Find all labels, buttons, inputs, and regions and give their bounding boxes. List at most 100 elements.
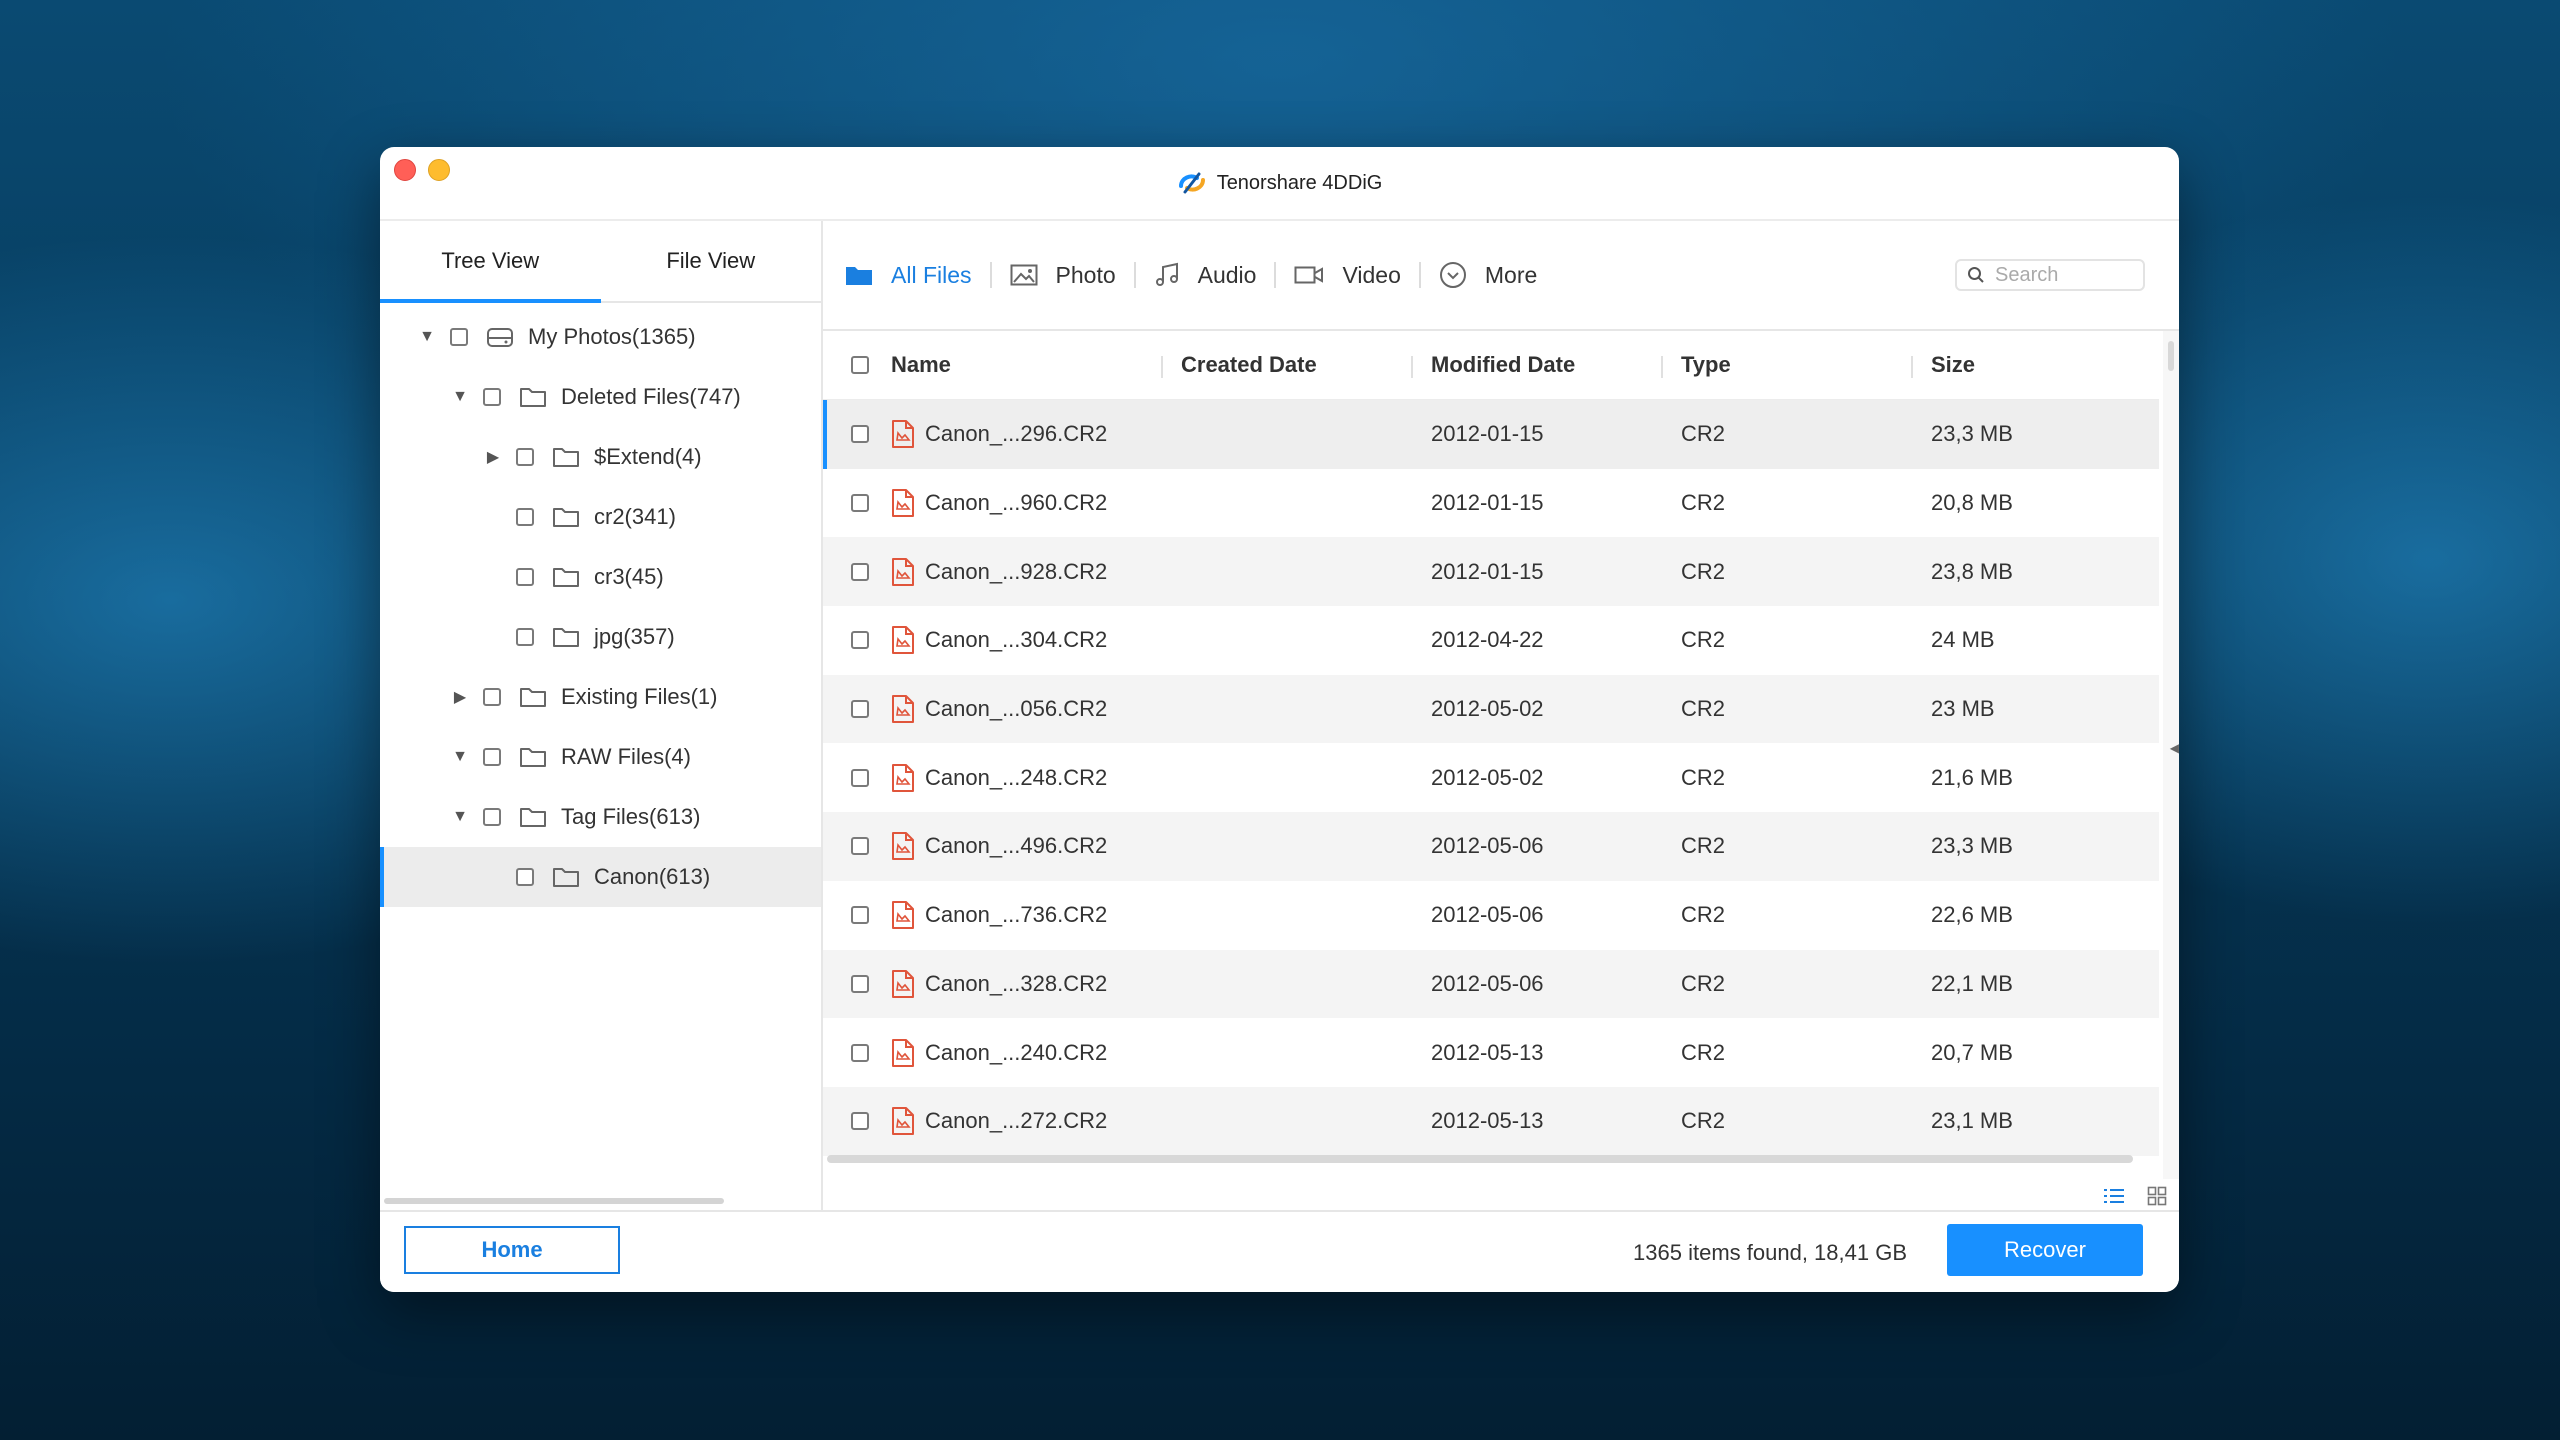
column-divider[interactable] (1911, 356, 1913, 378)
search-input[interactable] (1993, 262, 2137, 288)
table-row[interactable]: Canon_...056.CR2 2012-05-02 CR2 23 MB (823, 674, 2159, 744)
home-button[interactable]: Home (404, 1226, 620, 1274)
row-checkbox[interactable] (851, 906, 869, 925)
tree-item-checkbox[interactable] (450, 328, 468, 346)
row-checkbox[interactable] (851, 425, 869, 444)
row-checkbox-cell (823, 974, 891, 993)
tree-item-checkbox[interactable] (483, 748, 501, 766)
tree-horizontal-scrollbar[interactable] (384, 1198, 724, 1204)
table-row[interactable]: Canon_...496.CR2 2012-05-06 CR2 23,3 MB (823, 812, 2159, 881)
list-view-icon[interactable] (2103, 1187, 2125, 1205)
expand-arrow-right-icon[interactable]: ▶ (449, 686, 471, 708)
table-horizontal-scrollbar[interactable] (827, 1155, 2133, 1163)
tree-item-label: $Extend(4) (594, 444, 702, 469)
collapse-handle-icon[interactable]: ◀ (2170, 741, 2179, 755)
table-row[interactable]: Canon_...928.CR2 2012-01-15 CR2 23,8 MB (823, 537, 2159, 607)
row-checkbox[interactable] (851, 562, 869, 581)
row-checkbox[interactable] (851, 700, 869, 719)
tree-item[interactable]: cr3(45) (380, 547, 821, 607)
row-checkbox[interactable] (851, 494, 869, 513)
filter-more[interactable]: More (1439, 261, 1555, 289)
table-row[interactable]: Canon_...272.CR2 2012-05-13 CR2 23,1 MB (823, 1086, 2159, 1156)
column-header-type[interactable]: Type (1661, 352, 1911, 378)
row-checkbox[interactable] (851, 1043, 869, 1062)
minimize-window-button[interactable] (428, 159, 450, 181)
filter-video[interactable]: Video (1294, 262, 1418, 289)
tree-item-checkbox[interactable] (516, 508, 534, 526)
tree-item[interactable]: ▼ Tag Files(613) (380, 787, 821, 847)
tree-item-checkbox[interactable] (516, 628, 534, 646)
modified-date-cell: 2012-05-02 (1431, 696, 1544, 722)
table-row[interactable]: Canon_...240.CR2 2012-05-13 CR2 20,7 MB (823, 1018, 2159, 1087)
recover-button[interactable]: Recover (1947, 1224, 2143, 1276)
expand-arrow-down-icon[interactable]: ▼ (449, 386, 471, 408)
tree-item[interactable]: ▼ My Photos(1365) (380, 307, 821, 367)
tree-item[interactable]: ▼ RAW Files(4) (380, 727, 821, 787)
table-row[interactable]: Canon_...960.CR2 2012-01-15 CR2 20,8 MB (823, 469, 2159, 538)
filter-all-files[interactable]: All Files (845, 262, 990, 289)
row-checkbox[interactable] (851, 837, 869, 856)
scrollbar-thumb[interactable] (2168, 341, 2174, 371)
grid-view-icon[interactable] (2147, 1186, 2167, 1206)
filter-audio[interactable]: Audio (1154, 262, 1275, 289)
column-header-size[interactable]: Size (1911, 352, 2091, 378)
table-row[interactable]: Canon_...248.CR2 2012-05-02 CR2 21,6 MB (823, 743, 2159, 812)
file-size-cell: 23,8 MB (1931, 558, 2013, 584)
file-name: Canon_...240.CR2 (925, 1039, 1108, 1065)
column-header-modified-date[interactable]: Modified Date (1411, 352, 1661, 378)
column-header-name[interactable]: Name (891, 352, 1161, 378)
table-row[interactable]: Canon_...296.CR2 2012-01-15 CR2 23,3 MB (823, 400, 2159, 469)
row-checkbox-cell (823, 906, 891, 925)
row-checkbox[interactable] (851, 631, 869, 650)
expand-arrow-down-icon[interactable]: ▼ (416, 326, 438, 348)
row-checkbox[interactable] (851, 974, 869, 993)
file-name: Canon_...960.CR2 (925, 490, 1108, 516)
tab-file-view[interactable]: File View (601, 221, 822, 301)
table-row[interactable]: Canon_...736.CR2 2012-05-06 CR2 22,6 MB (823, 881, 2159, 950)
raw-image-file-icon (892, 763, 914, 792)
close-window-button[interactable] (394, 159, 416, 181)
table-vertical-scrollbar[interactable] (2163, 331, 2179, 1179)
row-checkbox-cell (823, 768, 891, 787)
expand-arrow-right-icon[interactable]: ▶ (482, 446, 504, 468)
tree-item-checkbox[interactable] (516, 568, 534, 586)
tree-item-label: Canon(613) (594, 864, 711, 889)
select-all-checkbox[interactable] (851, 356, 869, 374)
file-size-cell: 21,6 MB (1931, 764, 2013, 790)
tab-tree-view[interactable]: Tree View (380, 221, 601, 303)
tree-item[interactable]: jpg(357) (380, 607, 821, 667)
file-pane: All Files Photo Audio Video More Search … (823, 221, 2179, 1212)
tree-item[interactable]: ▶ $Extend(4) (380, 427, 821, 487)
row-checkbox[interactable] (851, 1112, 869, 1131)
tree-item-checkbox[interactable] (483, 688, 501, 706)
file-name: Canon_...928.CR2 (925, 558, 1108, 584)
row-checkbox-cell (823, 494, 891, 513)
filter-photo[interactable]: Photo (1010, 262, 1134, 289)
expand-arrow-down-icon[interactable]: ▼ (449, 806, 471, 828)
expand-arrow-down-icon[interactable]: ▼ (449, 746, 471, 768)
column-divider[interactable] (1661, 356, 1663, 378)
row-checkbox[interactable] (851, 768, 869, 787)
tree-item-checkbox[interactable] (483, 388, 501, 406)
tree-item[interactable]: ▶ Existing Files(1) (380, 667, 821, 727)
tree-item[interactable]: cr2(341) (380, 487, 821, 547)
modified-date-cell: 2012-05-06 (1431, 833, 1544, 859)
table-row[interactable]: Canon_...328.CR2 2012-05-06 CR2 22,1 MB (823, 949, 2159, 1019)
tree-item[interactable]: ▼ Deleted Files(747) (380, 367, 821, 427)
file-type-cell: CR2 (1681, 1039, 1726, 1065)
tree-item[interactable]: Canon(613) (380, 847, 821, 907)
folder-icon (553, 448, 579, 467)
table-row[interactable]: Canon_...304.CR2 2012-04-22 CR2 24 MB (823, 606, 2159, 675)
tree-item-checkbox[interactable] (483, 808, 501, 826)
column-divider[interactable] (1411, 356, 1413, 378)
tree-item-checkbox[interactable] (516, 448, 534, 466)
tree-item-checkbox[interactable] (516, 868, 534, 886)
folder-icon (553, 568, 579, 587)
search-box[interactable] (1955, 259, 2145, 291)
file-name: Canon_...736.CR2 (925, 902, 1108, 928)
file-name: Canon_...056.CR2 (925, 696, 1108, 722)
filter-divider (989, 262, 992, 288)
column-header-created-date[interactable]: Created Date (1161, 352, 1411, 378)
filter-bar: All Files Photo Audio Video More Search (823, 221, 2179, 331)
column-divider[interactable] (1161, 356, 1163, 378)
